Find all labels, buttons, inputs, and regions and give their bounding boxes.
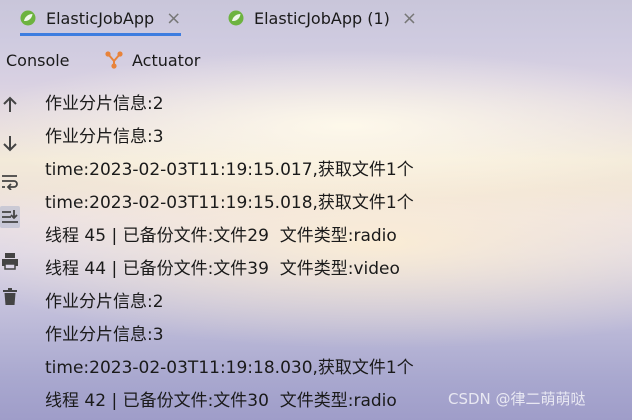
scroll-to-end-icon[interactable]	[0, 206, 20, 228]
scroll-up-icon[interactable]	[0, 94, 20, 116]
tab-label: ElasticJobApp (1)	[254, 8, 390, 28]
tab-label: Console	[6, 50, 70, 70]
tab-elasticjobapp[interactable]: ElasticJobApp ×	[20, 0, 182, 36]
watermark: CSDN @律二萌萌哒	[448, 390, 586, 408]
soft-wrap-icon[interactable]	[0, 170, 20, 192]
spring-leaf-icon	[228, 10, 244, 26]
console-line: time:2023-02-03T11:19:18.030,获取文件1个	[45, 358, 414, 378]
tab-console[interactable]: Console	[6, 40, 70, 80]
print-icon[interactable]	[0, 250, 20, 272]
clear-icon[interactable]	[0, 286, 20, 308]
run-tab-bar: ElasticJobApp × ElasticJobApp (1) ×	[0, 0, 632, 36]
console-line: 作业分片信息:3	[45, 127, 164, 147]
console-toolbar	[0, 84, 24, 420]
close-icon[interactable]: ×	[166, 8, 181, 29]
console-line: 作业分片信息:2	[45, 292, 164, 312]
console-line: 作业分片信息:3	[45, 325, 164, 345]
actuator-icon	[105, 51, 123, 69]
console-line: time:2023-02-03T11:19:15.018,获取文件1个	[45, 193, 414, 213]
spring-leaf-icon	[20, 10, 36, 26]
console-output: 作业分片信息:2 作业分片信息:3 time:2023-02-03T11:19:…	[45, 88, 625, 418]
tab-label: ElasticJobApp	[46, 8, 155, 28]
console-line: 线程 44 | 已备份文件:文件39 文件类型:video	[45, 259, 400, 279]
tab-actuator[interactable]: Actuator	[104, 40, 200, 80]
tab-label: Actuator	[132, 50, 201, 70]
console-line: time:2023-02-03T11:19:15.017,获取文件1个	[45, 160, 414, 180]
scroll-down-icon[interactable]	[0, 132, 20, 154]
console-line: 线程 45 | 已备份文件:文件29 文件类型:radio	[45, 226, 397, 246]
close-icon[interactable]: ×	[402, 8, 417, 29]
console-line: 作业分片信息:2	[45, 94, 164, 114]
tool-tab-bar: Console Actuator	[0, 40, 632, 80]
tab-elasticjobapp-1[interactable]: ElasticJobApp (1) ×	[228, 0, 417, 36]
